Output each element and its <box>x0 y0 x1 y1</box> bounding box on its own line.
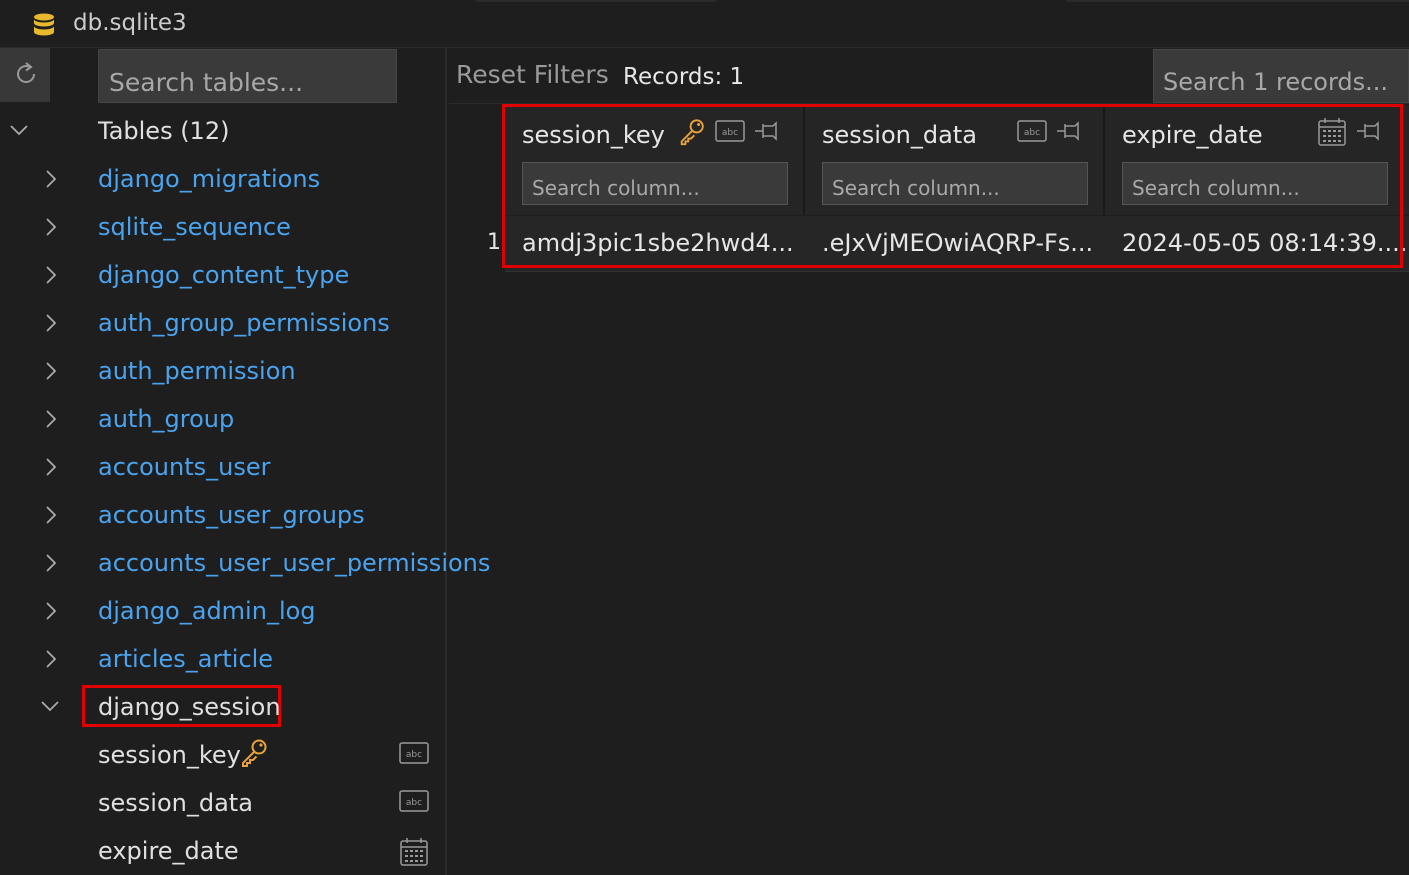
column-name: session_key <box>522 121 665 149</box>
svg-text:abc: abc <box>1024 128 1040 138</box>
chevron-right-icon <box>46 650 57 668</box>
cell-expire-date[interactable]: 2024-05-05 08:14:39.... <box>1105 216 1405 272</box>
sidebar-item-label: sqlite_sequence <box>98 213 291 241</box>
title-bar: db.sqlite3 <box>0 0 1409 48</box>
calendar-icon <box>1318 118 1346 146</box>
search-records-input[interactable] <box>1153 49 1409 103</box>
reset-filters-button[interactable]: Reset Filters <box>456 60 609 89</box>
refresh-icon <box>17 62 36 83</box>
tables-header-label: Tables (12) <box>98 117 230 145</box>
text-abc-icon: abc <box>715 120 745 142</box>
svg-text:abc: abc <box>406 750 422 760</box>
column-label: session_data <box>98 789 253 817</box>
chevron-right-icon <box>46 170 57 188</box>
sidebar-column-session-data[interactable]: session_data abc <box>0 781 447 829</box>
sidebar: Tables (12) django_migrations sqlite_sequ… <box>0 48 490 875</box>
sidebar-item-table[interactable]: django_migrations <box>0 157 447 205</box>
pin-icon[interactable] <box>753 119 781 143</box>
chevron-right-icon <box>46 410 57 428</box>
column-search-input[interactable] <box>1122 162 1388 205</box>
chevron-right-icon <box>46 554 57 572</box>
chevron-right-icon <box>46 458 57 476</box>
row-number: 1 <box>449 216 505 272</box>
svg-text:abc: abc <box>406 798 422 808</box>
column-search-input[interactable] <box>822 162 1088 205</box>
column-name: expire_date <box>1122 121 1263 149</box>
column-header-session-key[interactable]: session_key abc <box>505 105 805 215</box>
sidebar-item-table[interactable]: auth_group_permissions <box>0 301 447 349</box>
sidebar-item-label: articles_article <box>98 645 274 673</box>
refresh-button[interactable] <box>0 48 50 102</box>
column-label: expire_date <box>98 837 239 865</box>
text-abc-icon: abc <box>399 790 429 812</box>
window-title: db.sqlite3 <box>73 10 187 36</box>
key-icon <box>680 119 704 146</box>
tables-header[interactable]: Tables (12) <box>0 109 447 157</box>
calendar-icon <box>400 838 428 866</box>
chevron-right-icon <box>46 506 57 524</box>
sidebar-item-label: accounts_user_groups <box>98 501 365 529</box>
column-header-session-data[interactable]: session_data abc <box>805 105 1105 215</box>
sidebar-item-label: django_admin_log <box>98 597 316 625</box>
sidebar-item-table[interactable]: accounts_user <box>0 445 447 493</box>
text-abc-icon: abc <box>399 742 429 764</box>
column-header-expire-date[interactable]: expire_date <box>1105 105 1409 215</box>
sidebar-item-table[interactable]: articles_article <box>0 637 447 685</box>
pin-icon[interactable] <box>1055 119 1083 143</box>
chevron-right-icon <box>46 602 57 620</box>
sidebar-item-label: auth_permission <box>98 357 296 385</box>
table-row[interactable]: 1 amdj3pic1sbe2hwd4... .eJxVjMEOwiAQRP-F… <box>449 216 1409 272</box>
sidebar-item-django-session[interactable]: django_session <box>0 685 447 733</box>
cell-session-data[interactable]: .eJxVjMEOwiAQRP-Fs... <box>805 216 1105 272</box>
sidebar-item-table[interactable]: django_content_type <box>0 253 447 301</box>
grid-header: session_key abc session_data <box>449 105 1409 215</box>
tab-divider <box>476 0 716 2</box>
sidebar-item-table[interactable]: django_admin_log <box>0 589 447 637</box>
records-count: Records: 1 <box>623 64 745 90</box>
sidebar-item-label: auth_group <box>98 405 235 433</box>
chevron-right-icon <box>46 266 57 284</box>
sidebar-item-label: django_content_type <box>98 261 350 289</box>
column-label: session_key <box>98 741 241 769</box>
sidebar-column-session-key[interactable]: session_key abc <box>0 733 447 781</box>
sidebar-column-expire-date[interactable]: expire_date <box>0 829 447 875</box>
sidebar-item-label: django_migrations <box>98 165 321 193</box>
sidebar-item-label: accounts_user_user_permissions <box>98 549 491 577</box>
chevron-right-icon <box>46 314 57 332</box>
sidebar-item-label: django_session <box>98 693 281 721</box>
chevron-right-icon <box>46 218 57 236</box>
column-search-input[interactable] <box>522 162 788 205</box>
chevron-down-icon <box>10 125 28 136</box>
svg-text:abc: abc <box>722 128 738 138</box>
column-name: session_data <box>822 121 977 149</box>
chevron-right-icon <box>46 362 57 380</box>
chevron-down-icon <box>41 701 59 712</box>
sidebar-item-label: accounts_user <box>98 453 271 481</box>
text-abc-icon: abc <box>1017 120 1047 142</box>
row-number-header <box>449 105 505 215</box>
sidebar-item-table[interactable]: sqlite_sequence <box>0 205 447 253</box>
sidebar-item-table[interactable]: accounts_user_user_permissions <box>0 541 490 589</box>
tab-divider <box>1066 0 1409 2</box>
key-icon <box>242 739 267 767</box>
search-tables-input[interactable] <box>98 49 397 103</box>
sidebar-item-table[interactable]: accounts_user_groups <box>0 493 447 541</box>
sidebar-item-table[interactable]: auth_group <box>0 397 447 445</box>
records-toolbar: Reset Filters Records: 1 <box>449 48 1409 104</box>
sidebar-item-table[interactable]: auth_permission <box>0 349 447 397</box>
sidebar-item-label: auth_group_permissions <box>98 309 390 337</box>
pin-icon[interactable] <box>1355 119 1383 143</box>
database-icon <box>34 13 54 36</box>
data-grid: session_key abc session_data <box>449 105 1409 275</box>
cell-session-key[interactable]: amdj3pic1sbe2hwd4... <box>505 216 805 272</box>
